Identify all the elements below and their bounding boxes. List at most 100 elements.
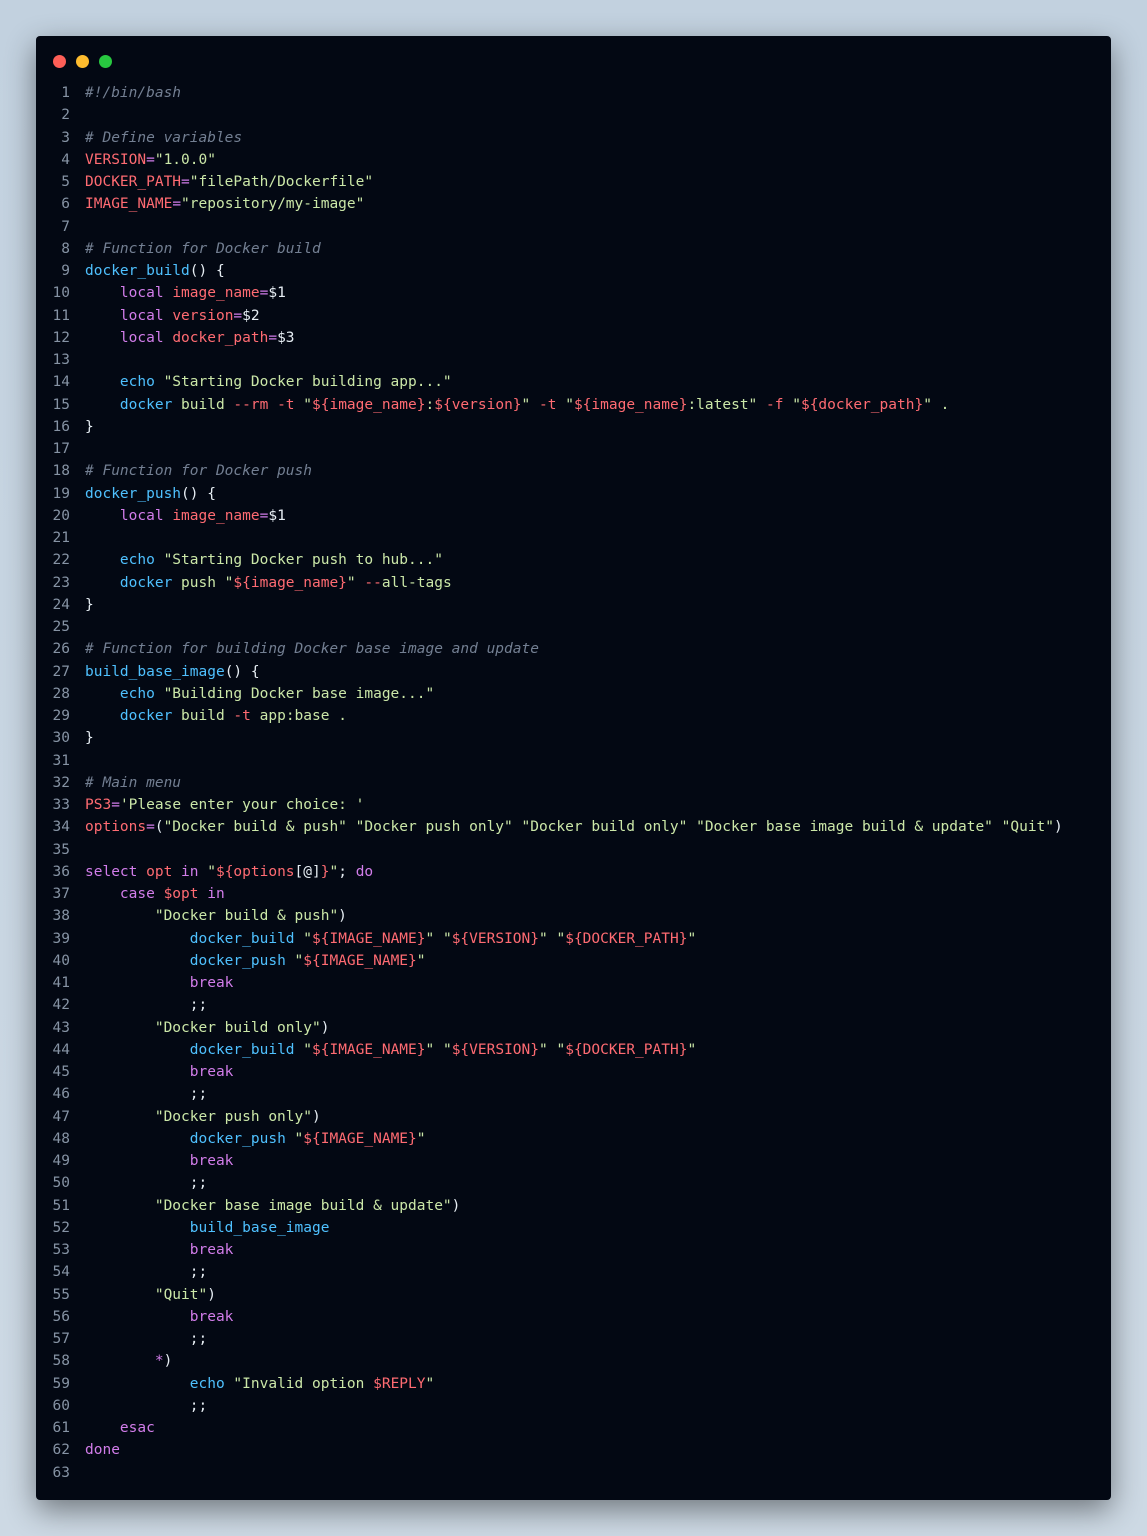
line-number: 55 [52,1286,70,1303]
code-line: 57 ;; [36,1328,1111,1350]
code-token: PS3 [85,797,112,813]
code-token: ) [207,1286,216,1303]
code-token: " " [425,1041,452,1058]
code-line: 30} [36,727,1111,749]
code-token: docker_path [172,329,269,346]
code-token: # Function for Docker push [85,463,312,480]
maximize-window-button[interactable] [99,55,112,68]
code-token: $3 [277,329,295,346]
code-text: select opt in "${options[@]}"; do [85,861,373,883]
code-line: 48 docker_push "${IMAGE_NAME}" [36,1128,1111,1150]
code-token: build [181,396,234,413]
code-line: 41 break [36,972,1111,994]
code-text: break [85,1061,234,1083]
code-token: ${image_name} [312,396,426,413]
code-token: -f [766,396,793,413]
code-line: 35 [36,839,1111,861]
code-token: build_base_image [85,663,225,680]
code-token: break [189,1242,234,1258]
code-token: " [521,396,540,413]
code-token: case [119,886,164,902]
code-line: 51 "Docker base image build & update") [36,1195,1111,1217]
line-number: 42 [52,997,70,1014]
code-token: -t [539,396,566,413]
code-line: 32 # Main menu [36,772,1111,794]
code-token: ${IMAGE_NAME} [312,930,426,947]
code-text: local docker_path=$3 [85,327,295,349]
line-number: 41 [52,975,70,991]
line-number: 25 [52,619,70,635]
code-token: -t [233,708,260,724]
code-text: "Docker build & push") [85,905,347,927]
minimize-window-button[interactable] [76,55,89,68]
code-token: " " [539,930,566,947]
code-text: # Function for Docker push [85,460,312,482]
code-line: 25 [36,616,1111,638]
line-number: 43 [52,1019,70,1036]
code-token: version [172,307,234,324]
code-text: docker_build() { [85,260,225,282]
code-token: do [355,863,374,880]
code-token: ${DOCKER_PATH} [565,930,688,947]
code-line: 7 [36,216,1111,238]
line-number: 35 [52,841,70,858]
code-text: IMAGE_NAME="repository/my-image" [85,193,364,215]
code-token: ;; [189,1397,208,1414]
code-token: "Starting Docker building app..." [163,374,452,391]
code-token: build_base_image [189,1219,330,1236]
code-text: ;; [85,1172,207,1194]
code-token: break [189,975,234,991]
code-line: 31 [36,750,1111,772]
code-token: opt [146,863,182,880]
code-text: "Docker base image build & update") [85,1195,461,1217]
line-number: 22 [52,552,70,569]
code-token: "Docker push only" [154,1108,312,1125]
code-line: 6 IMAGE_NAME="repository/my-image" [36,193,1111,215]
line-number: 10 [52,285,70,302]
code-text: VERSION="1.0.0" [85,149,216,171]
code-token: break [189,1153,234,1169]
code-token: $2 [242,307,260,324]
code-line: 58 *) [36,1350,1111,1372]
code-token: options [85,819,147,836]
line-number: 14 [52,374,70,391]
code-text: docker build -t app:base . [85,705,347,727]
code-token: } [85,596,94,613]
code-token: ) [451,1197,461,1214]
code-token: docker [119,574,182,591]
code-text: case $opt in [85,883,225,905]
code-text: break [85,1306,234,1328]
code-text: PS3='Please enter your choice: ' [85,794,364,816]
code-token: build [181,708,234,724]
line-number: 26 [52,641,70,658]
code-text: break [85,1150,234,1172]
code-token: # Function for building Docker base imag… [85,641,539,658]
code-token: ${options [215,863,295,880]
code-token: # Function for Docker build [85,240,321,257]
code-text: } [85,594,94,616]
code-line: 44 docker_build "${IMAGE_NAME}" "${VERSI… [36,1039,1111,1061]
line-number: 21 [52,530,70,546]
close-window-button[interactable] [53,55,66,68]
code-line: 27 build_base_image() { [36,661,1111,683]
code-token: " [303,1041,312,1058]
code-text: # Main menu [85,772,181,794]
line-number: 13 [52,352,70,368]
code-line: 2 [36,104,1111,126]
code-text: docker push "${image_name}" --all-tags [85,572,452,594]
code-line: 62 done [36,1439,1111,1461]
code-token: "Invalid option [233,1375,374,1392]
code-token: " [303,930,312,947]
code-token: image_name [172,507,260,524]
code-line: 20 local image_name=$1 [36,505,1111,527]
line-number: 9 [61,263,70,279]
code-editor[interactable]: 1 #!/bin/bash 2 3 # Define variables 4 VERSION… [36,82,1111,1484]
line-number: 34 [52,819,70,836]
code-line: 4 VERSION="1.0.0" [36,149,1111,171]
